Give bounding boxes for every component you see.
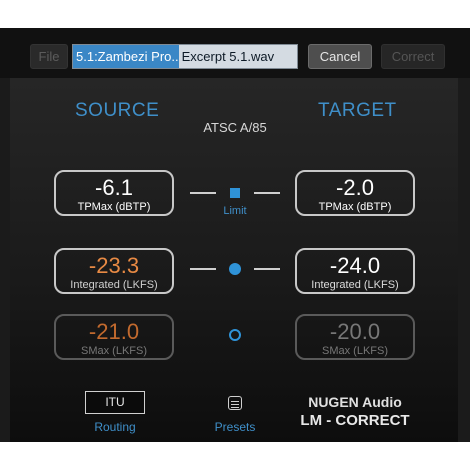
target-heading: TARGET xyxy=(318,100,397,121)
target-smax-display[interactable]: -20.0 SMax (LKFS) xyxy=(295,314,415,360)
target-integrated-display[interactable]: -24.0 Integrated (LKFS) xyxy=(295,248,415,294)
connector-line xyxy=(254,192,280,194)
presets-label[interactable]: Presets xyxy=(205,420,265,434)
target-tpmax-label: TPMax (dBTP) xyxy=(318,201,392,213)
target-tpmax-display[interactable]: -2.0 TPMax (dBTP) xyxy=(295,170,415,216)
target-smax-label: SMax (LKFS) xyxy=(321,345,388,357)
main-panel: SOURCE TARGET ATSC A/85 -6.1 TPMax (dBTP… xyxy=(10,78,458,442)
target-integrated-label: Integrated (LKFS) xyxy=(311,279,399,291)
source-smax-display: -21.0 SMax (LKFS) xyxy=(54,314,174,360)
file-name-field[interactable]: 5.1:Zambezi Pro.. Excerpt 5.1.wav xyxy=(72,44,298,69)
brand-name: NUGEN Audio xyxy=(308,394,402,410)
file-name-selected: 5.1:Zambezi Pro.. xyxy=(73,45,179,68)
square-indicator-icon[interactable] xyxy=(230,188,240,198)
cancel-button[interactable]: Cancel xyxy=(308,44,372,69)
correct-button[interactable]: Correct xyxy=(381,44,445,69)
source-heading: SOURCE xyxy=(75,100,160,121)
connector-line xyxy=(254,268,280,270)
product-name: LM - CORRECT xyxy=(300,412,410,429)
lm-correct-window: File 5.1:Zambezi Pro.. Excerpt 5.1.wav Ca… xyxy=(0,28,470,442)
source-tpmax-value: -6.1 xyxy=(95,175,133,200)
source-tpmax-label: TPMax (dBTP) xyxy=(77,201,151,213)
list-icon[interactable] xyxy=(228,396,242,410)
routing-label[interactable]: Routing xyxy=(80,420,150,434)
standard-label: ATSC A/85 xyxy=(203,120,267,135)
connector-line xyxy=(190,268,216,270)
ring-indicator-icon[interactable] xyxy=(229,329,241,341)
target-tpmax-value: -2.0 xyxy=(336,175,374,200)
target-integrated-value: -24.0 xyxy=(329,253,381,278)
source-integrated-display: -23.3 Integrated (LKFS) xyxy=(54,248,174,294)
source-smax-value: -21.0 xyxy=(88,319,140,344)
target-smax-value: -20.0 xyxy=(329,319,381,344)
source-integrated-label: Integrated (LKFS) xyxy=(70,279,158,291)
source-integrated-value: -23.3 xyxy=(88,253,140,278)
source-tpmax-display: -6.1 TPMax (dBTP) xyxy=(54,170,174,216)
connector-line xyxy=(190,192,216,194)
file-name-rest: Excerpt 5.1.wav xyxy=(181,49,275,64)
file-button[interactable]: File xyxy=(30,44,68,69)
limit-label[interactable]: Limit xyxy=(205,205,265,217)
source-smax-label: SMax (LKFS) xyxy=(80,345,147,357)
toolbar: File 5.1:Zambezi Pro.. Excerpt 5.1.wav Ca… xyxy=(0,28,470,78)
dot-indicator-icon[interactable] xyxy=(229,263,241,275)
routing-selector[interactable]: ITU xyxy=(85,391,145,414)
